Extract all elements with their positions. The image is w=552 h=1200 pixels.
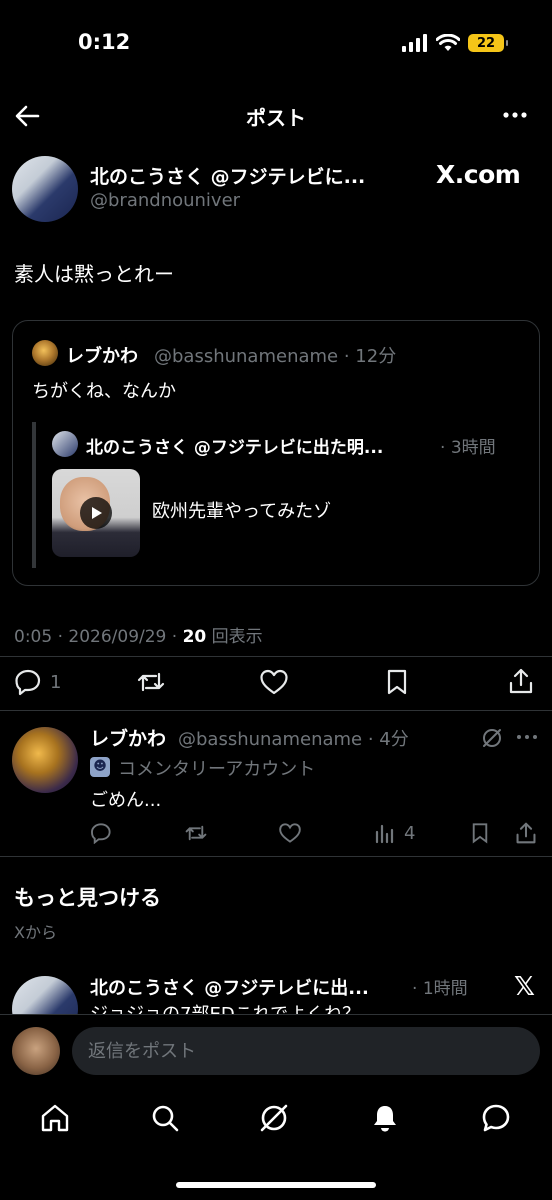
reply-count: 1 <box>50 671 62 693</box>
reply-icon[interactable] <box>90 822 112 844</box>
discover-title: もっと見つける <box>14 886 161 910</box>
reply-meta: @basshunamename · 4分 <box>178 729 409 750</box>
reply-icon <box>15 669 41 696</box>
reply-input[interactable] <box>72 1027 540 1075</box>
discover-time: · 1時間 <box>412 979 468 999</box>
page-title: ポスト <box>246 106 306 130</box>
my-avatar[interactable] <box>12 1027 60 1075</box>
status-icons: 22 <box>402 34 508 52</box>
search-icon[interactable] <box>150 1102 180 1134</box>
more-icon[interactable] <box>502 104 528 126</box>
thread-line <box>32 422 36 568</box>
reply-text: ごめん... <box>90 790 162 811</box>
views-button[interactable]: 4 <box>374 822 415 844</box>
commentary-label: コメンタリーアカウント <box>118 759 316 780</box>
x-logo-icon: 𝕏 <box>514 972 535 1002</box>
divider <box>0 856 552 857</box>
divider <box>0 710 552 711</box>
bookmark-icon[interactable] <box>470 822 490 844</box>
discover-author-name[interactable]: 北のこうさく @フジテレビに出... <box>90 974 369 1000</box>
xcom-watermark: X.com <box>436 160 521 189</box>
signal-icon <box>402 34 427 52</box>
divider <box>0 656 552 657</box>
grok-icon[interactable] <box>258 1102 290 1134</box>
grok-icon[interactable] <box>481 727 503 749</box>
avatar[interactable] <box>12 156 78 222</box>
share-icon[interactable] <box>508 667 534 695</box>
messages-icon[interactable] <box>480 1102 512 1134</box>
discover-subtitle: Xから <box>14 923 57 942</box>
reply-author-name[interactable]: レブかわ <box>90 724 166 751</box>
quote-time: 12分 <box>355 346 397 367</box>
quote-text: ちがくね、なんか <box>32 381 176 402</box>
views-count: 4 <box>404 822 416 844</box>
reply-button[interactable]: 1 <box>14 668 61 696</box>
mask-icon: ☻ <box>90 757 110 777</box>
repost-icon[interactable] <box>184 822 208 844</box>
battery-icon: 22 <box>468 34 508 52</box>
quote-author-name: レブかわ <box>66 346 138 367</box>
nested-author-name: 北のこうさく @フジテレビに出た明... <box>86 438 384 458</box>
post-timestamp: 0:05 · 2026/09/29 · 20 回表示 <box>14 627 263 647</box>
views-count: 20 <box>182 627 207 647</box>
bell-icon[interactable] <box>370 1102 400 1134</box>
nested-avatar <box>52 431 78 457</box>
status-time: 0:12 <box>78 30 131 54</box>
quote-meta: @basshunamename · 12分 <box>154 346 397 367</box>
views-icon <box>375 824 394 844</box>
home-indicator <box>176 1182 376 1188</box>
share-icon[interactable] <box>515 821 537 845</box>
home-icon[interactable] <box>40 1102 70 1134</box>
reply-avatar[interactable] <box>12 727 78 793</box>
quote-handle: @basshunamename <box>154 346 339 367</box>
author-name[interactable]: 北のこうさく @フジテレビに... <box>90 162 365 189</box>
nested-time: · 3時間 <box>440 438 496 458</box>
like-icon[interactable] <box>278 822 302 844</box>
bookmark-icon[interactable] <box>385 668 409 696</box>
play-icon[interactable] <box>80 497 112 529</box>
quote-avatar <box>32 340 58 366</box>
nested-caption: 欧州先輩やってみたゾ <box>152 501 332 522</box>
more-icon[interactable] <box>516 733 538 741</box>
like-icon[interactable] <box>259 668 289 696</box>
author-handle[interactable]: @brandnouniver <box>90 190 240 211</box>
wifi-icon <box>436 34 460 51</box>
repost-icon[interactable] <box>136 668 166 696</box>
post-text: 素人は黙っとれー <box>14 262 174 286</box>
